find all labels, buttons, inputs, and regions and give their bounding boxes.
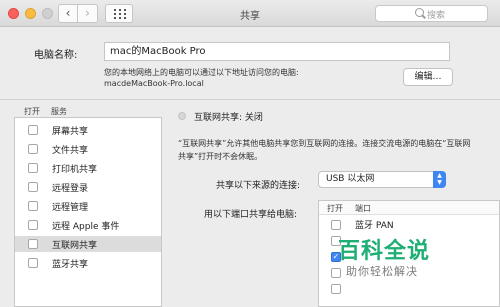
service-row[interactable]: 打印机共享 [15,160,161,176]
services-header-service: 服务 [51,107,67,116]
search-placeholder: 搜索 [427,11,446,21]
service-label: 远程 Apple 事件 [52,222,120,232]
sharing-info: “互联网共享”允许其他电脑共享您到互联网的连接。连接交流电源的电脑在“互联网 [178,139,471,148]
service-label: 远程管理 [52,203,89,213]
service-label: 蓝牙共享 [52,260,89,270]
ports-header: 打开 端口 [319,201,499,215]
service-checkbox[interactable] [28,125,38,135]
sharing-status: 互联网共享: 关闭 [194,113,263,123]
ports-header-port: 端口 [355,204,371,213]
address-description: 您的本地网络上的电脑可以通过以下地址访问您的电脑: [104,68,299,77]
search-icon [415,8,424,17]
status-indicator [178,112,186,120]
service-checkbox[interactable] [28,144,38,154]
local-address: macdeMacBook-Pro.local [104,79,204,88]
service-label: 屏幕共享 [52,127,89,137]
computer-name-field[interactable]: mac的MacBook Pro [104,42,450,61]
service-checkbox[interactable] [28,163,38,173]
watermark: 百科全说 助你轻松解决 [333,233,478,285]
service-row-selected[interactable]: 互联网共享 [15,236,161,252]
port-checkbox[interactable] [331,220,341,230]
search-field[interactable]: 搜索 [375,5,488,22]
service-row[interactable]: 屏幕共享 [15,122,161,138]
edit-button[interactable]: 编辑… [403,68,453,86]
service-checkbox[interactable] [28,239,38,249]
service-row[interactable]: 远程登录 [15,179,161,195]
service-row[interactable]: 蓝牙共享 [15,255,161,271]
ports-label: 用以下端口共享给电脑: [204,210,298,220]
source-select[interactable]: USB 以太网 ▲ ▼ [318,171,446,188]
watermark-title: 百科全说 [338,239,431,264]
port-checkbox[interactable] [331,284,341,294]
watermark-subtitle: 助你轻松解决 [346,265,418,278]
computer-name-label: 电脑名称: [34,50,78,61]
service-row[interactable]: 远程 Apple 事件 [15,217,161,233]
sharing-info: 共享”打开时不会休眠。 [178,152,263,161]
service-row[interactable]: 远程管理 [15,198,161,214]
service-checkbox[interactable] [28,258,38,268]
port-row[interactable]: 蓝牙 PAN [319,217,499,233]
service-checkbox[interactable] [28,201,38,211]
service-checkbox[interactable] [28,182,38,192]
service-label: 打印机共享 [52,165,98,175]
port-label: 蓝牙 PAN [355,221,394,231]
source-value: USB 以太网 [326,174,375,184]
services-list: 屏幕共享 文件共享 打印机共享 远程登录 远程管理 远程 Apple 事件 互联… [14,117,162,307]
source-label: 共享以下来源的连接: [216,181,301,191]
divider [0,99,500,100]
updown-arrows-icon: ▲ ▼ [433,171,446,188]
services-header-open: 打开 [24,107,40,116]
service-label: 远程登录 [52,184,89,194]
service-row[interactable]: 文件共享 [15,141,161,157]
service-label: 文件共享 [52,146,89,156]
ports-header-on: 打开 [327,204,343,213]
service-checkbox[interactable] [28,220,38,230]
service-label: 互联网共享 [52,241,98,251]
title-bar: ‹ › 共享 搜索 [0,0,500,27]
